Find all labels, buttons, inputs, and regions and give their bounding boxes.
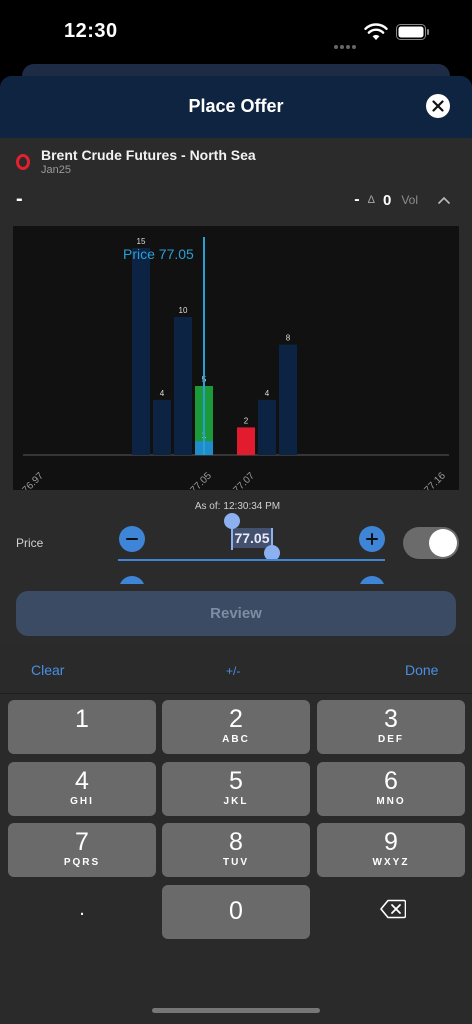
x-tick-label: 77.05 [188,470,214,490]
key-5[interactable]: 5 JKL [162,762,310,816]
depth-chart: 1541051248Price 77.0576.9777.0577.0777.1… [13,226,459,490]
bar-bid [258,399,276,455]
review-button[interactable]: Review [16,591,456,636]
bar-bid [174,317,192,455]
done-button[interactable]: Done [405,662,438,678]
quantity-increment-button[interactable] [359,576,385,584]
bar-offer [237,427,255,455]
key-4[interactable]: 4 GHI [8,762,156,816]
plus-icon [366,533,378,545]
price-input-underline [118,559,385,561]
key-decimal[interactable]: . [8,882,156,936]
quote-summary: - Δ 0 Vol [354,191,450,209]
plus-minus-button[interactable]: +/- [226,664,240,678]
status-time: 12:30 [64,20,118,42]
selection-start-handle[interactable] [224,513,240,529]
price-input[interactable]: 77.05 [231,528,273,548]
depth-chart-svg: 1541051248Price 77.0576.9777.0577.0777.1… [20,237,449,490]
delta-icon: Δ [367,194,375,206]
key-2[interactable]: 2 ABC [162,700,310,754]
selection-start-bar [231,528,233,550]
wifi-icon [364,23,388,40]
close-icon [432,100,444,112]
bar-label: 15 [137,237,146,246]
bar-label: 10 [179,306,188,315]
sheet-header: Place Offer [0,76,472,138]
key-7[interactable]: 7 PQRS [8,823,156,877]
price-change: - [354,191,360,208]
clear-button[interactable]: Clear [31,662,64,678]
as-of-timestamp: As of: 12:30:34 PM [0,501,472,512]
battery-icon [396,24,429,40]
quantity-decrement-button[interactable] [119,576,145,584]
bar-bid [153,399,171,455]
minus-icon [126,538,138,540]
key-6[interactable]: 6 MNO [317,762,465,816]
volume-value: 0 [382,191,392,209]
key-0[interactable]: 0 [162,885,310,939]
chevron-up-icon[interactable] [438,196,450,204]
as-of-label: As of: [194,501,221,512]
key-8[interactable]: 8 TUV [162,823,310,877]
instrument-name: Brent Crude Futures - North Sea [41,147,256,163]
x-tick-label: 76.97 [20,470,46,490]
delete-key[interactable] [317,882,465,936]
keyboard-accessory-bar: Clear +/- Done [0,644,472,694]
sheet-title: Place Offer [188,96,284,116]
x-tick-label: 77.16 [422,470,448,490]
x-tick-label: 77.07 [231,470,257,490]
instrument-contract: Jan25 [41,164,71,176]
bar-label: 4 [265,389,270,398]
price-label: Price [16,536,44,550]
signal-dots-icon [334,36,358,49]
backspace-icon [380,899,406,919]
key-9[interactable]: 9 WXYZ [317,823,465,877]
bar-label: 2 [244,416,249,425]
price-increment-button[interactable] [359,526,385,552]
key-3[interactable]: 3 DEF [317,700,465,754]
home-indicator [152,1008,320,1013]
as-of-time: 12:30:34 PM [223,501,281,512]
volume-label: Vol [401,193,418,207]
bar-label: 8 [286,334,291,343]
bar-bid [279,344,297,455]
status-bar: 12:30 [0,0,472,64]
toggle-knob [429,529,457,557]
last-price: - [16,188,23,210]
key-1[interactable]: 1 [8,700,156,754]
instrument-logo-icon [16,154,30,170]
price-decrement-button[interactable] [119,526,145,552]
bar-label: 4 [160,389,165,398]
bar-bid [132,248,150,455]
price-toggle[interactable] [403,527,459,559]
close-button[interactable] [426,94,450,118]
price-annotation: Price 77.05 [123,246,194,262]
